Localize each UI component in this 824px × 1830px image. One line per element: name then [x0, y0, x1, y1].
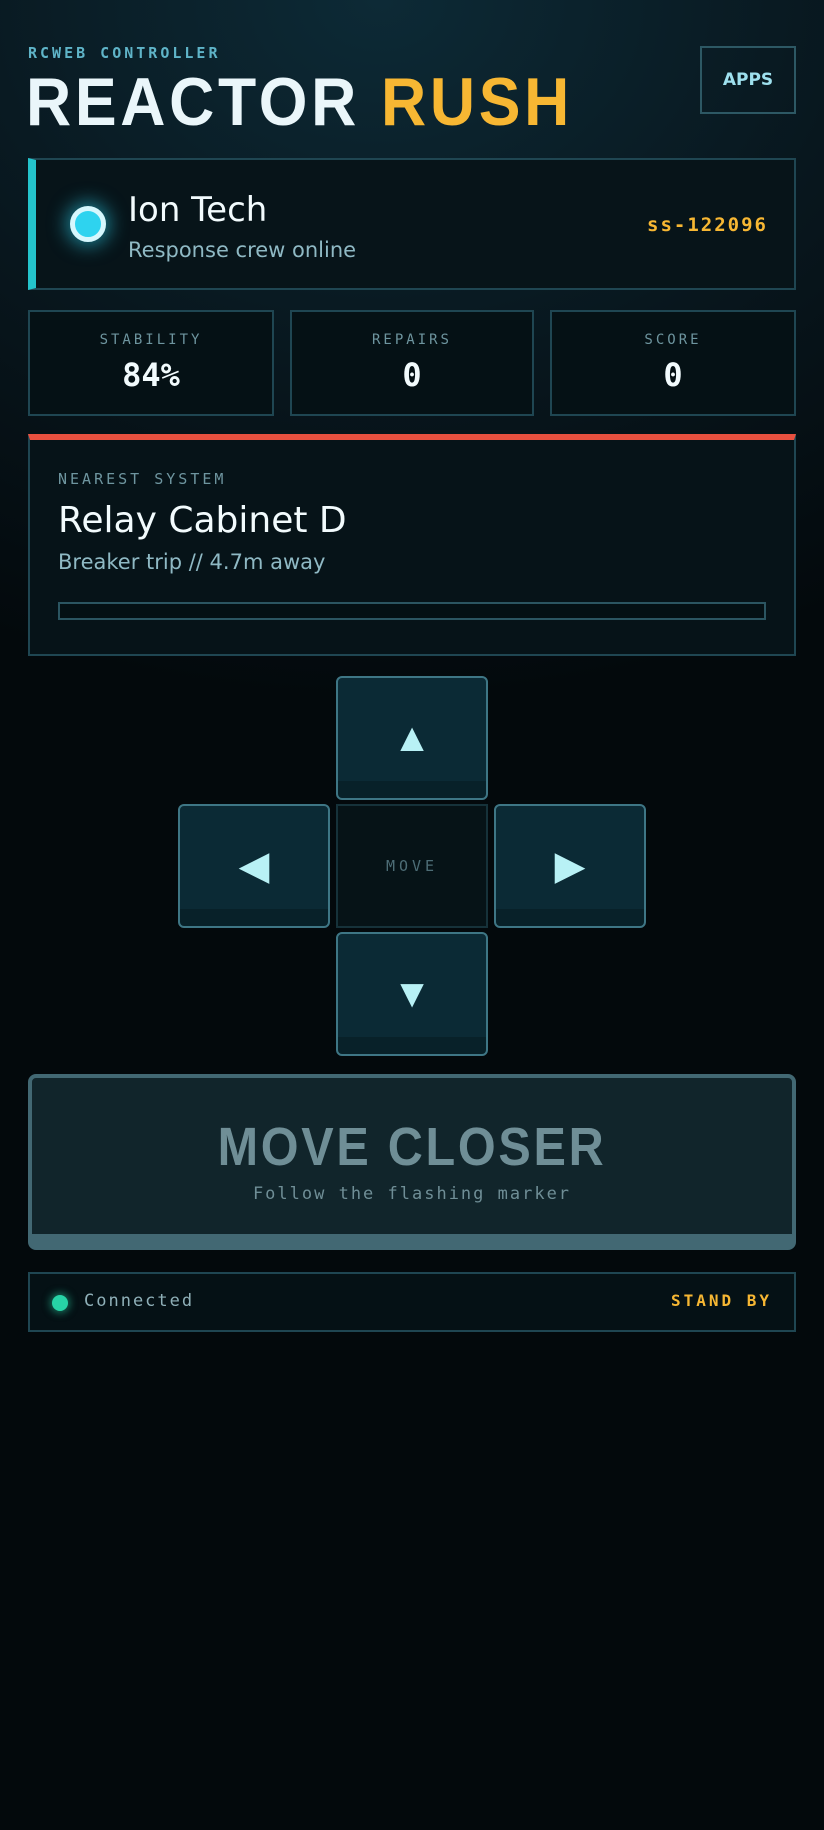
controller-eyebrow: RCWEB CONTROLLER: [28, 44, 221, 62]
stat-label: REPAIRS: [371, 332, 452, 348]
connection-status-bar: Connected STAND BY: [28, 1272, 796, 1332]
stat-label: STABILITY: [99, 332, 203, 348]
apps-button[interactable]: APPS: [700, 46, 796, 114]
stat-repairs: REPAIRS 0: [290, 310, 534, 416]
dpad-up-button[interactable]: ▲: [336, 676, 488, 800]
game-title-part2: RUSH: [381, 64, 574, 140]
player-id: ss-122096: [647, 214, 768, 236]
connected-dot-icon: [52, 1295, 68, 1311]
arrow-up-icon: ▲: [392, 715, 432, 760]
arrow-right-icon: ▶: [554, 844, 586, 888]
nearest-system-detail: Breaker trip // 4.7m away: [58, 550, 326, 574]
dpad-center-label: MOVE: [336, 804, 488, 928]
arrow-down-icon: ▼: [392, 971, 432, 1016]
game-title: REACTOR RUSH: [26, 62, 573, 142]
repair-progress-bar: [58, 602, 766, 620]
stat-value: 0: [402, 356, 422, 394]
dpad-down-button[interactable]: ▼: [336, 932, 488, 1056]
nearest-system-card: NEAREST SYSTEM Relay Cabinet D Breaker t…: [28, 434, 796, 656]
nearest-system-label: NEAREST SYSTEM: [58, 470, 227, 488]
game-title-part1: REACTOR: [26, 64, 360, 140]
dpad-left-button[interactable]: ◀: [178, 804, 330, 928]
nearest-system-name: Relay Cabinet D: [58, 500, 347, 541]
dpad-right-button[interactable]: ▶: [494, 804, 646, 928]
game-state-label: STAND BY: [670, 1291, 772, 1310]
connection-text: Connected: [84, 1291, 195, 1311]
action-title: MOVE CLOSER: [217, 1117, 607, 1177]
player-name: Ion Tech: [128, 190, 268, 230]
action-button[interactable]: MOVE CLOSER Follow the flashing marker: [28, 1074, 796, 1250]
player-indicator-icon: [70, 206, 106, 242]
stat-value: 84%: [122, 356, 180, 394]
stat-label: SCORE: [644, 332, 702, 348]
arrow-left-icon: ◀: [238, 844, 270, 888]
stat-score: SCORE 0: [550, 310, 796, 416]
stat-value: 0: [663, 356, 683, 394]
stat-stability: STABILITY 84%: [28, 310, 274, 416]
action-subtitle: Follow the flashing marker: [252, 1184, 572, 1204]
player-card: Ion Tech Response crew online ss-122096: [28, 158, 796, 290]
player-status: Response crew online: [128, 238, 357, 262]
